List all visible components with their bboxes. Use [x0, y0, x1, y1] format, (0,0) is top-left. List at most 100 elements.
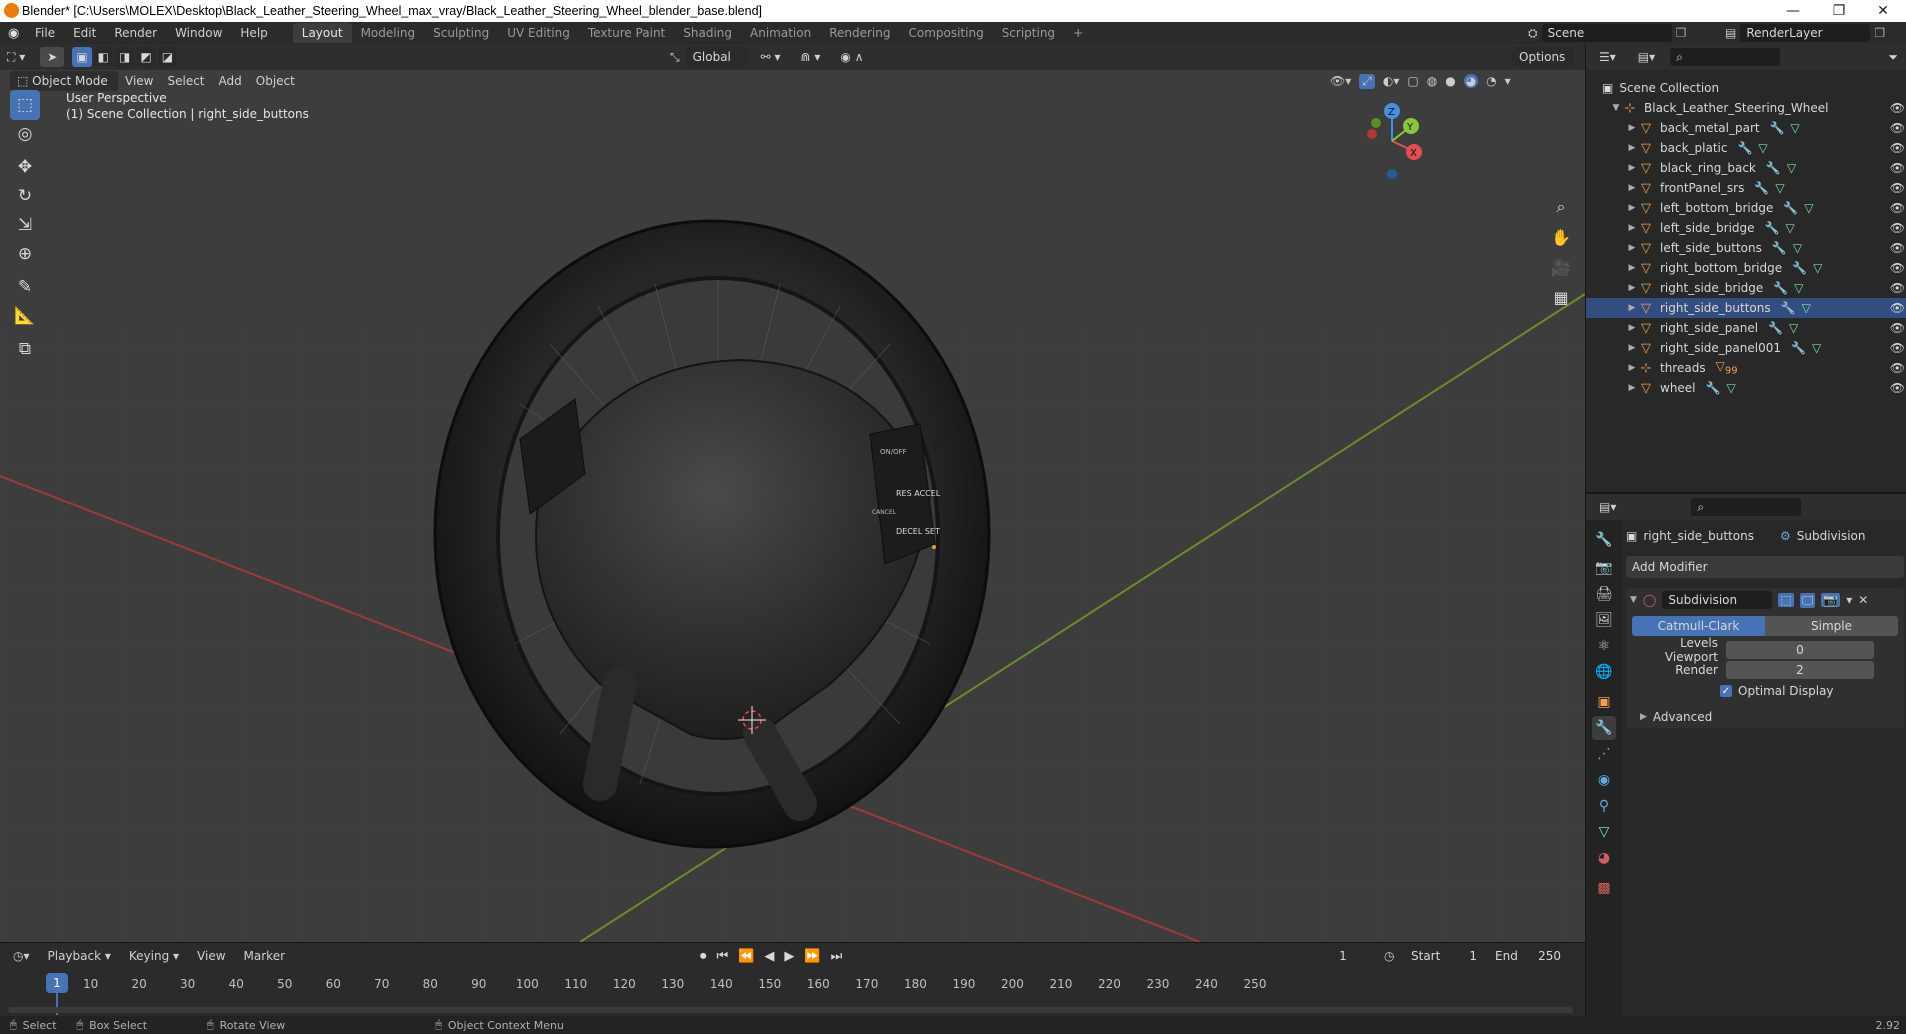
levels-viewport-field[interactable]: 0 [1726, 641, 1874, 659]
expand-icon[interactable]: ▶ [1626, 223, 1638, 233]
workspace-tab-rendering[interactable]: Rendering [820, 23, 899, 43]
shading-options-icon[interactable]: ▾ [1505, 74, 1511, 88]
steering-wheel-model[interactable]: ON/OFF RES ACCEL CANCEL DECEL SET [433, 219, 991, 849]
outliner-object-row[interactable]: ▶ ▽ back_platic 🔧 ▽ 👁 [1586, 138, 1906, 158]
rotate-tool-icon[interactable]: ↻ [10, 181, 40, 211]
ortho-grid-icon[interactable]: ▦ [1548, 284, 1574, 310]
workspace-tab-layout[interactable]: Layout [292, 23, 352, 43]
scene-selector[interactable]: Scene [1541, 24, 1672, 42]
select-mode-new-icon[interactable]: ▣ [72, 47, 92, 67]
menu-help[interactable]: Help [231, 22, 276, 44]
shading-material-icon[interactable]: ◕ [1463, 74, 1479, 88]
3d-viewport[interactable]: ON/OFF RES ACCEL CANCEL DECEL SET Z X Y [0, 44, 1585, 942]
minimize-button[interactable]: — [1770, 0, 1816, 22]
collapse-icon[interactable]: ▼ [1630, 595, 1637, 605]
outliner-object-row[interactable]: ▶ ▽ right_side_panel 🔧 ▽ 👁 [1586, 318, 1906, 338]
object-mode-select[interactable]: ⬚ Object Mode ▾ [10, 71, 118, 108]
visibility-eye-icon[interactable]: 👁 [1890, 321, 1905, 335]
expand-icon[interactable]: ▶ [1626, 383, 1638, 393]
maximize-button[interactable]: ❐ [1816, 0, 1862, 22]
editor-type-icon[interactable]: ⛶ ▾ [0, 47, 32, 67]
gizmo-toggle-icon[interactable]: ⤢ [1359, 73, 1375, 89]
physics-tab-icon[interactable]: ◉ [1592, 768, 1616, 792]
simple-option[interactable]: Simple [1765, 616, 1898, 636]
scene-tab-icon[interactable]: ⚛ [1592, 634, 1616, 658]
properties-editor-type-icon[interactable]: ▤▾ [1592, 497, 1623, 517]
outliner-object-row[interactable]: ▶ ▽ left_side_bridge 🔧 ▽ 👁 [1586, 218, 1906, 238]
texture-tab-icon[interactable]: ▩ [1592, 876, 1616, 900]
expand-icon[interactable]: ▶ [1626, 363, 1638, 373]
select-mode-intersect-icon[interactable]: ◪ [157, 47, 178, 67]
properties-panel[interactable]: ▤▾ ⌕ 🔧 📷 🖨 🖼 ⚛ 🌐 ▣ 🔧 ⋰ ◉ ⚲ ▽ ◕ ▩ ▣ right… [1585, 492, 1906, 1034]
workspace-tab-texture-paint[interactable]: Texture Paint [579, 23, 674, 43]
scene-collection-row[interactable]: ▣ Scene Collection [1586, 78, 1906, 98]
modifier-icon[interactable]: 🔧 [1773, 281, 1788, 295]
render-layer-selector[interactable]: RenderLayer [1740, 24, 1871, 42]
outliner-search-input[interactable]: ⌕ [1670, 48, 1781, 66]
outliner-object-row[interactable]: ▶ ▽ right_bottom_bridge 🔧 ▽ 👁 [1586, 258, 1906, 278]
add-cube-tool-icon[interactable]: ⧉ [10, 334, 40, 364]
particles-tab-icon[interactable]: ⋰ [1592, 742, 1616, 766]
playhead-frame-indicator[interactable]: 1 [46, 973, 68, 993]
expand-icon[interactable]: ▼ [1610, 103, 1622, 113]
mesh-data-icon[interactable]: ▽ [1785, 221, 1794, 235]
mesh-data-icon[interactable]: ▽ [1793, 241, 1802, 255]
outliner-object-row[interactable]: ▶ ▽ wheel 🔧 ▽ 👁 [1586, 378, 1906, 398]
overlay-toggle-icon[interactable]: ◐▾ [1383, 74, 1400, 88]
select-box-tool-icon[interactable]: ⬚ [10, 90, 40, 120]
advanced-subpanel[interactable]: ▶ Advanced [1626, 706, 1904, 728]
zoom-icon[interactable]: ⌕ [1548, 194, 1574, 220]
modifier-dropdown-icon[interactable]: ▾ [1846, 593, 1852, 607]
visibility-eye-icon[interactable]: 👁 [1890, 221, 1905, 235]
options-dropdown[interactable]: Options [1512, 47, 1574, 67]
outliner-object-row[interactable]: ▶ ▽ right_side_bridge 🔧 ▽ 👁 [1586, 278, 1906, 298]
outliner-object-row[interactable]: ▶ ▽ black_ring_back 🔧 ▽ 👁 [1586, 158, 1906, 178]
menu-file[interactable]: File [26, 22, 64, 44]
move-tool-icon[interactable]: ✥ [10, 152, 40, 182]
world-tab-icon[interactable]: 🌐 [1592, 660, 1616, 684]
expand-icon[interactable]: ▶ [1640, 712, 1647, 722]
mesh-data-icon[interactable]: ▽ [1791, 121, 1800, 135]
viewport-menu-object[interactable]: Object [249, 71, 302, 91]
output-tab-icon[interactable]: 🖨 [1592, 582, 1616, 606]
view-layer-tab-icon[interactable]: 🖼 [1592, 608, 1616, 632]
visibility-eye-icon[interactable]: 👁 [1890, 161, 1905, 175]
transform-orientation-select[interactable]: Global [685, 47, 748, 67]
visibility-eye-icon[interactable]: 👁 [1890, 261, 1905, 275]
properties-search-input[interactable]: ⌕ [1691, 498, 1802, 516]
pan-hand-icon[interactable]: ✋ [1548, 224, 1574, 250]
proportional-edit-icon[interactable]: ◉ ∧ [833, 47, 870, 67]
modifier-icon[interactable]: 🔧 [1754, 181, 1769, 195]
expand-icon[interactable]: ▶ [1626, 123, 1638, 133]
object-tab-icon[interactable]: ▣ [1592, 690, 1616, 714]
workspace-tab-animation[interactable]: Animation [741, 23, 820, 43]
new-render-layer-icon[interactable]: ❐ [1874, 26, 1885, 40]
shading-solid-icon[interactable]: ● [1445, 74, 1455, 88]
outliner-object-row[interactable]: ▶ ▽ right_side_panel001 🔧 ▽ 👁 [1586, 338, 1906, 358]
modifier-icon[interactable]: 🔧 [1766, 161, 1781, 175]
visibility-eye-icon[interactable]: 👁 [1890, 121, 1905, 135]
expand-icon[interactable]: ▶ [1626, 283, 1638, 293]
camera-view-icon[interactable]: 🎥 [1548, 254, 1574, 280]
select-mode-invert-icon[interactable]: ◩ [136, 47, 156, 67]
expand-icon[interactable]: ▶ [1626, 243, 1638, 253]
transform-tool-icon[interactable]: ⊕ [10, 239, 40, 269]
mesh-data-icon[interactable]: ▽ [1789, 321, 1798, 335]
visibility-eye-icon[interactable]: 👁 [1890, 301, 1905, 315]
select-mode-extend-icon[interactable]: ◧ [93, 47, 113, 67]
viewport-menu-select[interactable]: Select [160, 71, 211, 91]
mesh-data-icon[interactable]: ▽ [1813, 261, 1822, 275]
modifier-icon[interactable]: 🔧 [1781, 301, 1796, 315]
modifier-icon[interactable]: 🔧 [1768, 321, 1783, 335]
visibility-eye-icon[interactable]: 👁 [1890, 281, 1905, 295]
modifier-icon[interactable]: 🔧 [1792, 261, 1807, 275]
optimal-display-checkbox[interactable]: ✓ [1720, 685, 1732, 697]
pivot-point-icon[interactable]: ⚯ ▾ [754, 47, 788, 67]
viewport-toggle-icon[interactable]: 🖵 [1799, 592, 1816, 608]
visibility-icon[interactable]: 👁▾ [1330, 74, 1351, 88]
visibility-eye-icon[interactable]: 👁 [1890, 201, 1905, 215]
modifier-icon[interactable]: 🔧 [1770, 121, 1785, 135]
blender-menu-icon[interactable]: ◉ [8, 26, 26, 41]
data-tab-icon[interactable]: ▽ [1592, 820, 1616, 844]
outliner-object-row[interactable]: ▶ ▽ frontPanel_srs 🔧 ▽ 👁 [1586, 178, 1906, 198]
